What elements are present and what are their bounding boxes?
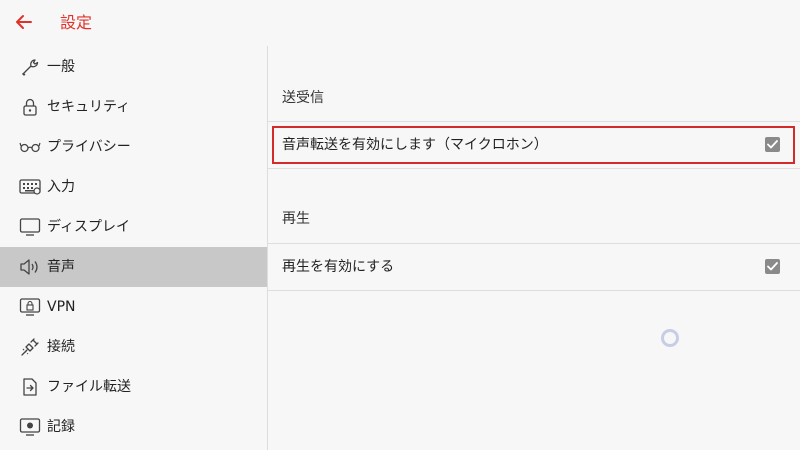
monitor-icon bbox=[19, 217, 41, 237]
speaker-icon bbox=[19, 257, 41, 277]
sidebar-item-label: 音声 bbox=[47, 259, 75, 275]
record-icon bbox=[19, 417, 41, 437]
sidebar: 一般 セキュリティ プライバシー 入力 ディスプレイ 音声 VPN 接続 ファイ… bbox=[0, 46, 267, 450]
sidebar-item-label: 記録 bbox=[47, 419, 75, 435]
audio-transmit-label: 音声転送を有効にします（マイクロホン） bbox=[282, 137, 548, 153]
sidebar-item-recording[interactable]: 記録 bbox=[0, 407, 267, 447]
audio-transmit-checkbox[interactable] bbox=[765, 137, 780, 152]
file-transfer-icon bbox=[19, 377, 41, 397]
vpn-monitor-icon bbox=[19, 297, 41, 317]
sidebar-item-input[interactable]: 入力 bbox=[0, 167, 267, 207]
sidebar-item-security[interactable]: セキュリティ bbox=[0, 87, 267, 127]
checkmark-icon bbox=[767, 140, 778, 149]
settings-content: 送受信 音声転送を有効にします（マイクロホン） 再生 再生を有効にする bbox=[268, 46, 800, 450]
divider bbox=[268, 168, 800, 169]
sidebar-item-label: ファイル転送 bbox=[47, 379, 131, 395]
arrow-left-icon bbox=[13, 15, 35, 37]
playback-label: 再生を有効にする bbox=[282, 259, 395, 275]
sidebar-item-label: VPN bbox=[47, 299, 76, 315]
sidebar-item-audio[interactable]: 音声 bbox=[0, 247, 267, 287]
sidebar-item-label: セキュリティ bbox=[47, 99, 131, 115]
glasses-icon bbox=[19, 137, 41, 157]
sidebar-item-label: 入力 bbox=[47, 179, 75, 195]
wrench-icon bbox=[19, 57, 41, 77]
header-bar: 設定 bbox=[0, 0, 800, 46]
checkmark-icon bbox=[767, 262, 778, 271]
sidebar-item-label: ディスプレイ bbox=[47, 219, 131, 235]
sidebar-item-label: 接続 bbox=[47, 339, 75, 355]
sidebar-item-label: 一般 bbox=[47, 59, 75, 75]
plug-icon bbox=[19, 337, 41, 357]
playback-checkbox[interactable] bbox=[765, 259, 780, 274]
page-title: 設定 bbox=[60, 13, 93, 32]
sidebar-item-vpn[interactable]: VPN bbox=[0, 287, 267, 327]
section-title-playback: 再生 bbox=[282, 211, 310, 227]
divider bbox=[268, 290, 800, 291]
back-button[interactable] bbox=[13, 11, 35, 33]
sidebar-item-connection[interactable]: 接続 bbox=[0, 327, 267, 367]
section-title-transmit: 送受信 bbox=[282, 90, 324, 106]
sidebar-item-display[interactable]: ディスプレイ bbox=[0, 207, 267, 247]
lock-icon bbox=[19, 97, 41, 117]
sidebar-item-label: プライバシー bbox=[47, 139, 131, 155]
keyboard-icon bbox=[19, 177, 41, 197]
loading-spinner-icon bbox=[661, 329, 679, 347]
audio-transmit-row[interactable]: 音声転送を有効にします（マイクロホン） bbox=[268, 122, 800, 168]
sidebar-item-file-transfer[interactable]: ファイル転送 bbox=[0, 367, 267, 407]
sidebar-item-general[interactable]: 一般 bbox=[0, 47, 267, 87]
sidebar-item-privacy[interactable]: プライバシー bbox=[0, 127, 267, 167]
playback-row[interactable]: 再生を有効にする bbox=[268, 244, 800, 290]
